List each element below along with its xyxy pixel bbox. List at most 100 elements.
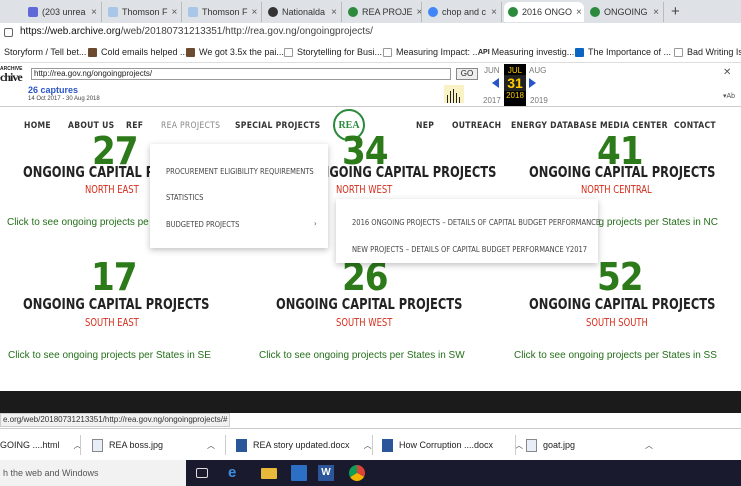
wayback-url-input[interactable]: http://rea.gov.ng/ongoingprojects/ xyxy=(31,68,451,80)
nav-rea-projects[interactable]: REA PROJECTS xyxy=(161,121,220,131)
nav-outreach[interactable]: OUTREACH xyxy=(452,121,501,131)
nav-home[interactable]: HOME xyxy=(24,121,51,131)
tab-label: 2016 ONGO xyxy=(522,7,573,17)
close-icon[interactable]: ✕ xyxy=(723,67,737,78)
menu-procurement[interactable]: PROCUREMENT ELIGIBILITY REQUIREMENTS xyxy=(166,167,314,176)
new-tab-button[interactable]: + xyxy=(671,3,680,20)
browser-tab[interactable]: chop and c × xyxy=(424,2,502,22)
bookmark-label: Bad Writing Is D xyxy=(687,47,741,57)
download-item[interactable]: GOING ....html ︿ xyxy=(0,437,82,453)
browser-tab[interactable]: REA PROJE × xyxy=(344,2,422,22)
wayback-side-controls[interactable]: ✕ ▾Ab xyxy=(723,67,737,107)
close-tab-icon[interactable]: × xyxy=(487,7,497,18)
close-tab-icon[interactable]: × xyxy=(87,7,97,18)
prev-capture-arrow-icon[interactable] xyxy=(492,78,499,88)
edge-icon[interactable]: e xyxy=(228,465,244,481)
bookmark[interactable]: Bad Writing Is D xyxy=(674,47,741,57)
zone-link[interactable]: Click to see ongoing projects per States… xyxy=(8,350,211,361)
bookmark[interactable]: The Importance of ... xyxy=(575,47,671,57)
menu-statistics[interactable]: STATISTICS xyxy=(166,193,203,202)
bookmark-label: We got 3.5x the pai... xyxy=(199,47,284,57)
close-tab-icon[interactable]: × xyxy=(572,7,582,18)
captures-link[interactable]: 26 captures xyxy=(28,85,78,95)
bookmark-icon xyxy=(186,47,195,57)
menu-budgeted-projects[interactable]: BUDGETED PROJECTS xyxy=(166,220,239,229)
year-next[interactable]: 2019 xyxy=(530,96,548,105)
project-count: 52 xyxy=(597,255,644,299)
browser-tab[interactable]: Nationalda × xyxy=(264,2,342,22)
next-capture-arrow-icon[interactable] xyxy=(529,78,536,88)
windows-taskbar: h the web and Windows e W xyxy=(0,460,741,486)
bookmark-label: Storyform / Tell bet... xyxy=(4,47,87,57)
year-current: 2018 xyxy=(506,91,524,100)
browser-tab[interactable]: Thomson F × xyxy=(104,2,182,22)
page-icon xyxy=(284,47,293,57)
google-icon xyxy=(428,7,438,17)
close-tab-icon[interactable]: × xyxy=(413,7,421,18)
zone-link[interactable]: Click to see ongoing projects per States… xyxy=(259,350,465,361)
nav-energy-database[interactable]: ENERGY DATABASE xyxy=(511,121,597,131)
bookmark-label: Cold emails helped ... xyxy=(101,47,188,57)
close-tab-icon[interactable]: × xyxy=(327,7,337,18)
month-prev[interactable]: JUN xyxy=(484,66,500,75)
chevron-up-icon[interactable]: ︿ xyxy=(515,440,523,451)
url-text[interactable]: https://web.archive.org/web/201807312133… xyxy=(20,26,373,37)
about-link[interactable]: ▾Ab xyxy=(723,92,737,100)
bookmark[interactable]: Storyform / Tell bet... xyxy=(4,47,86,57)
chevron-up-icon[interactable]: ︿ xyxy=(207,440,215,451)
download-item[interactable]: How Corruption ....docx ︿ xyxy=(382,437,523,453)
submenu-arrow-icon: › xyxy=(314,219,317,228)
download-name: How Corruption ....docx xyxy=(399,440,494,450)
divider xyxy=(372,435,373,455)
bookmark-label: Storytelling for Busi... xyxy=(297,47,383,57)
wayback-toolbar: ARCHIVE chive http://rea.gov.ng/ongoingpr… xyxy=(0,63,741,107)
captures-sparkline[interactable] xyxy=(444,85,464,103)
page-icon xyxy=(383,47,392,57)
api-icon: API xyxy=(478,48,490,56)
download-name: REA boss.jpg xyxy=(109,440,164,450)
file-icon xyxy=(92,438,103,452)
close-tab-icon[interactable]: × xyxy=(649,7,659,18)
task-view-icon[interactable] xyxy=(196,468,208,478)
address-bar[interactable]: https://web.archive.org/web/201807312133… xyxy=(0,23,741,44)
nav-contact[interactable]: CONTACT xyxy=(674,121,716,131)
wayback-go-button[interactable]: GO xyxy=(456,68,478,80)
wayback-logo[interactable]: ARCHIVE chive xyxy=(0,65,23,95)
bookmark-icon xyxy=(88,47,97,57)
close-tab-icon[interactable]: × xyxy=(168,7,178,18)
bookmark[interactable]: API Measuring investig... xyxy=(478,47,574,57)
bookmark[interactable]: Storytelling for Busi... xyxy=(284,47,382,57)
tab-label: chop and c xyxy=(442,7,487,17)
bookmark[interactable]: Cold emails helped ... xyxy=(88,47,188,57)
zone-link[interactable]: Click to see ongoing projects per States… xyxy=(514,350,717,361)
browser-tab[interactable]: ONGOING × xyxy=(586,2,664,22)
chrome-icon[interactable] xyxy=(349,465,365,481)
word-icon[interactable]: W xyxy=(318,465,334,481)
nav-special-projects[interactable]: SPECIAL PROJECTS xyxy=(235,121,320,131)
menu-new-projects-2017[interactable]: NEW PROJECTS – DETAILS OF CAPITAL BUDGET… xyxy=(352,245,587,254)
bookmarks-bar: Storyform / Tell bet... Cold emails help… xyxy=(0,44,741,63)
download-item[interactable]: REA boss.jpg ︿ xyxy=(92,437,215,453)
taskbar-search-box[interactable]: h the web and Windows xyxy=(0,460,186,486)
zone-name: NORTH CENTRAL xyxy=(581,183,652,196)
nav-nep[interactable]: NEP xyxy=(416,121,434,131)
downloads-bar: GOING ....html ︿ REA boss.jpg ︿ REA story … xyxy=(0,428,741,460)
tab-label: ONGOING xyxy=(604,7,648,17)
browser-tab[interactable]: Thomson F × xyxy=(184,2,262,22)
year-prev[interactable]: 2017 xyxy=(483,96,501,105)
store-icon[interactable] xyxy=(291,465,307,481)
browser-tab-active[interactable]: 2016 ONGO × xyxy=(504,2,584,22)
close-tab-icon[interactable]: × xyxy=(248,7,258,18)
browser-tab[interactable]: (203 unrea × xyxy=(24,2,102,22)
download-item[interactable]: goat.jpg ︿ xyxy=(526,437,653,453)
chevron-up-icon[interactable]: ︿ xyxy=(364,440,372,451)
zone-link[interactable]: Click to see ongoing projects pe xyxy=(7,217,149,228)
mail-icon xyxy=(28,7,38,17)
bookmark[interactable]: We got 3.5x the pai... xyxy=(186,47,284,57)
file-explorer-icon[interactable] xyxy=(261,468,277,479)
month-next[interactable]: AUG xyxy=(529,66,546,75)
menu-2016-ongoing-projects[interactable]: 2016 ONGOING PROJECTS – DETAILS OF CAPIT… xyxy=(352,218,600,227)
chevron-up-icon[interactable]: ︿ xyxy=(645,440,653,451)
bookmark[interactable]: Measuring Impact: ... xyxy=(383,47,480,57)
download-item[interactable]: REA story updated.docx ︿ xyxy=(236,437,372,453)
